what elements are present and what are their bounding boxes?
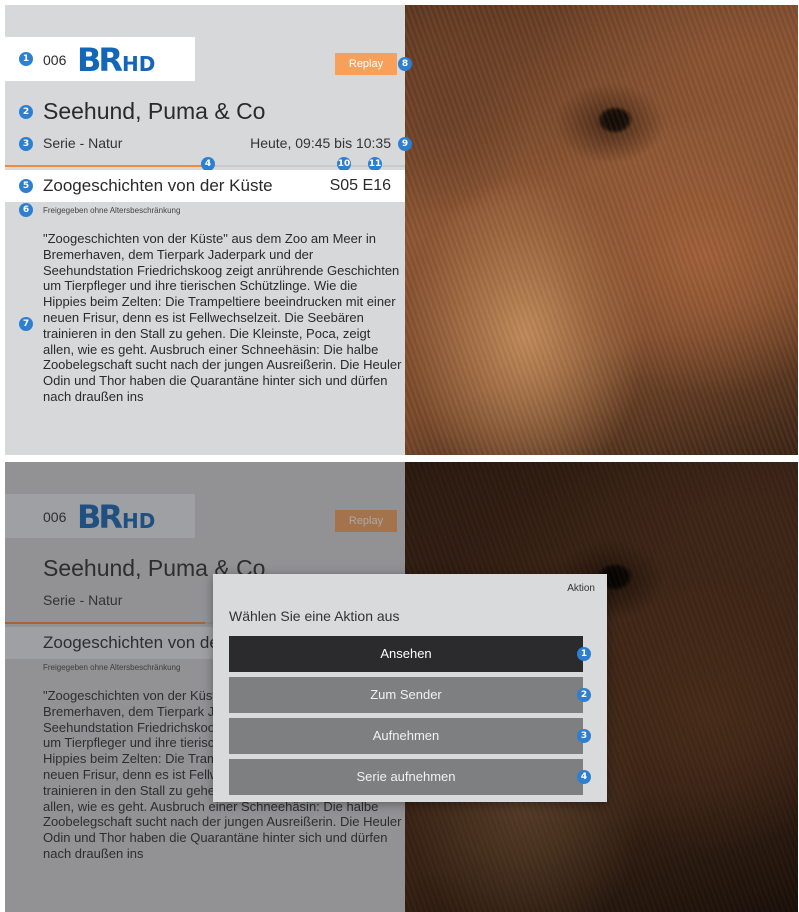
callout-marker-10: 10 — [337, 157, 351, 171]
callout-marker-3: 3 — [19, 137, 33, 151]
callout-marker-action-3: 3 — [577, 729, 591, 743]
channel-logo: BR HD — [77, 41, 155, 79]
episode-title: Zoogeschichten von der Küste — [43, 176, 273, 195]
action-record-series-button[interactable]: Serie aufnehmen 4 — [229, 759, 591, 795]
callout-marker-7: 7 — [19, 317, 33, 331]
callout-marker-4: 4 — [201, 157, 215, 171]
channel-logo-box: 006 BR HD — [5, 37, 195, 81]
callout-marker-action-1: 1 — [577, 647, 591, 661]
callout-marker-2: 2 — [19, 105, 33, 119]
program-background-image — [405, 5, 798, 455]
action-record-button[interactable]: Aufnehmen 3 — [229, 718, 591, 754]
action-dialog-panel: 006 BR HD Replay Seehund, Puma & Co Serie… — [5, 462, 798, 912]
callout-marker-9: 9 — [398, 137, 412, 151]
program-progress-fill — [5, 165, 205, 167]
action-label: Zum Sender — [370, 687, 442, 702]
dialog-prompt: Wählen Sie eine Aktion aus — [229, 608, 400, 624]
program-description: "Zoogeschichten von der Küste" aus dem Z… — [43, 231, 402, 404]
channel-logo-main: BR — [77, 41, 123, 79]
action-label: Ansehen — [380, 646, 432, 661]
action-watch-button[interactable]: Ansehen 1 — [229, 636, 591, 672]
dialog-title: Aktion — [567, 583, 595, 594]
callout-marker-6: 6 — [19, 203, 33, 217]
action-go-to-channel-button[interactable]: Zum Sender 2 — [229, 677, 591, 713]
program-genre: Serie - Natur — [43, 135, 123, 151]
action-label: Serie aufnehmen — [356, 769, 456, 784]
action-dialog: Aktion Wählen Sie eine Aktion aus Ansehe… — [213, 574, 607, 802]
callout-marker-action-4: 4 — [577, 770, 591, 784]
callout-marker-8: 8 — [398, 57, 412, 71]
channel-logo-suffix: HD — [122, 52, 156, 76]
episode-row: Zoogeschichten von der Küste S05 E16 — [5, 170, 405, 202]
episode-code: S05 E16 — [329, 177, 391, 194]
channel-number: 006 — [43, 52, 67, 68]
age-rating: Freigegeben ohne Altersbeschränkung — [43, 206, 181, 215]
callout-marker-1: 1 — [19, 52, 33, 66]
program-title: Seehund, Puma & Co — [43, 98, 266, 124]
replay-button[interactable]: Replay — [335, 53, 397, 75]
program-airtime: Heute, 09:45 bis 10:35 — [250, 135, 391, 151]
callout-marker-action-2: 2 — [577, 688, 591, 702]
callout-marker-5: 5 — [19, 179, 33, 193]
action-label: Aufnehmen — [372, 728, 440, 743]
program-detail-panel: 006 BR HD 1 Replay 8 2 Seehund, Puma & Co… — [5, 5, 798, 455]
program-info-pane: 006 BR HD 1 Replay 8 2 Seehund, Puma & Co… — [5, 5, 412, 455]
callout-marker-11: 11 — [368, 157, 382, 171]
